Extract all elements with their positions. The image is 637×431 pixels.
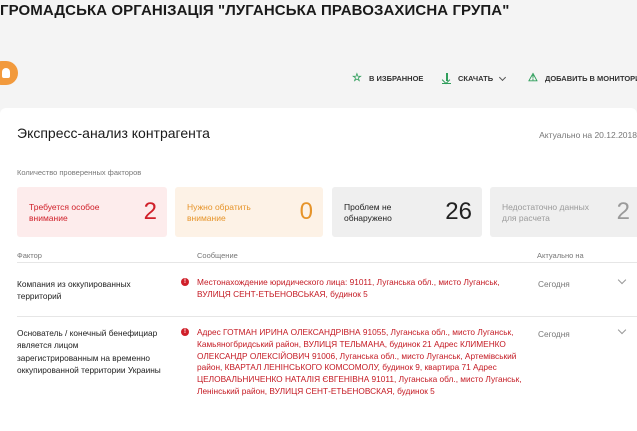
chevron-down-icon[interactable] bbox=[618, 277, 627, 286]
tile-label: Требуется особое внимание bbox=[29, 202, 100, 223]
tile-insufficient-data[interactable]: Недостаточно данных для расчета 2 bbox=[490, 187, 637, 237]
row-message: Адрес ГОТМАН ИРИНА ОЛЕКСАНДРІВНА 91055, … bbox=[197, 327, 522, 396]
tile-count: 0 bbox=[299, 198, 313, 225]
add-to-favorites-label: В ИЗБРАННОЕ bbox=[369, 74, 424, 83]
tile-count: 2 bbox=[143, 198, 157, 225]
express-analysis-card: Экспресс-анализ контрагента Актуально на… bbox=[0, 108, 637, 431]
tile-needs-attention[interactable]: Нужно обратить внимание 0 bbox=[175, 187, 323, 237]
tile-label: Нужно обратить внимание bbox=[187, 202, 251, 223]
tile-label: Недостаточно данных для расчета bbox=[502, 202, 589, 223]
factors-caption: Количество проверенных факторов bbox=[17, 168, 142, 177]
column-header-message: Сообщение bbox=[197, 251, 238, 260]
add-to-monitoring-button[interactable]: ⚠ ДОБАВИТЬ В МОНИТОРИН bbox=[528, 73, 637, 84]
add-to-monitoring-label: ДОБАВИТЬ В МОНИТОРИН bbox=[545, 74, 637, 83]
column-header-factor: Фактор bbox=[17, 251, 42, 260]
tile-count: 26 bbox=[445, 198, 472, 225]
organization-title: ГРОМАДСЬКА ОРГАНІЗАЦІЯ "ЛУГАНСЬКА ПРАВОЗ… bbox=[0, 2, 510, 19]
download-button[interactable]: СКАЧАТЬ bbox=[441, 73, 506, 84]
row-actual: Сегодня bbox=[538, 329, 570, 339]
chevron-down-icon bbox=[499, 75, 506, 82]
alert-icon: ! bbox=[181, 278, 189, 286]
table-divider bbox=[17, 316, 637, 317]
column-header-actual: Актуально на bbox=[537, 251, 584, 260]
monitor-icon: ⚠ bbox=[528, 72, 538, 84]
download-icon bbox=[441, 73, 452, 84]
tile-special-attention[interactable]: Требуется особое внимание 2 bbox=[17, 187, 167, 237]
card-title: Экспресс-анализ контрагента bbox=[17, 125, 210, 141]
add-to-favorites-button[interactable]: ☆ В ИЗБРАННОЕ bbox=[352, 73, 423, 84]
download-label: СКАЧАТЬ bbox=[458, 74, 494, 83]
chevron-down-icon[interactable] bbox=[618, 327, 627, 336]
tile-label: Проблем не обнаружено bbox=[344, 202, 392, 223]
tile-count: 2 bbox=[616, 198, 630, 225]
row-message: Местонахождение юридического лица: 91011… bbox=[197, 277, 500, 299]
alert-icon: ! bbox=[181, 328, 189, 336]
row-factor: Основатель / конечный бенефициар являетс… bbox=[17, 328, 161, 375]
action-toolbar: ☆ В ИЗБРАННОЕ СКАЧАТЬ ⚠ ДОБАВИТЬ В МОНИТ… bbox=[0, 73, 637, 89]
tile-no-problems[interactable]: Проблем не обнаружено 26 bbox=[332, 187, 482, 237]
star-icon: ☆ bbox=[352, 72, 362, 84]
row-actual: Сегодня bbox=[538, 279, 570, 289]
actual-date: Актуально на 20.12.2018 bbox=[539, 130, 637, 140]
table-divider bbox=[17, 262, 637, 263]
row-factor: Компания из оккупированных территорий bbox=[17, 279, 131, 302]
